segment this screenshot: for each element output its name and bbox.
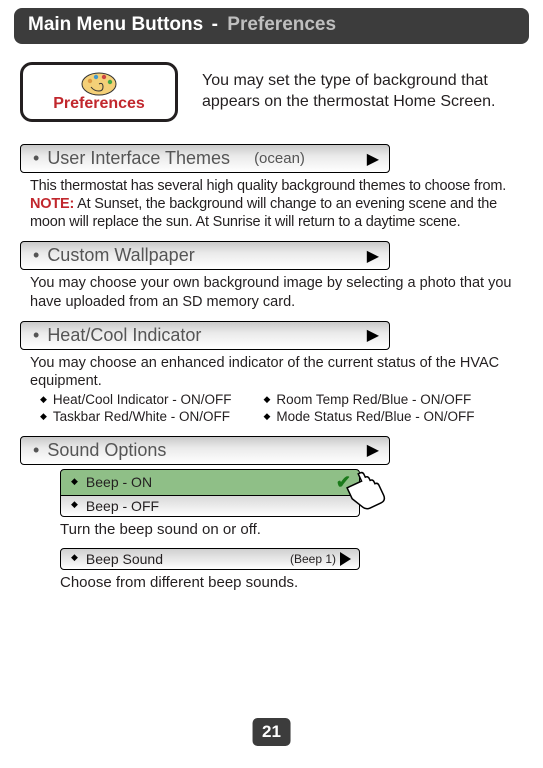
palette-icon [79,71,119,97]
preferences-button[interactable]: Preferences [20,62,178,122]
menu-label: Heat/Cool Indicator [47,325,201,346]
option-beep-sound[interactable]: ◆ Beep Sound (Beep 1) [60,548,360,570]
chevron-right-icon: ▶ [367,246,379,266]
menu-item-sound[interactable]: • Sound Options ▶ [20,436,390,465]
diamond-icon: ◆ [71,552,78,563]
page-number: 21 [252,718,291,746]
header-title-main: Main Menu Buttons [28,14,203,35]
option-label: Beep Sound [86,551,163,567]
themes-description: This thermostat has several high quality… [30,177,519,231]
beep-toggle-desc: Turn the beep sound on or off. [60,521,523,538]
menu-label: Custom Wallpaper [47,245,194,266]
menu-item-themes[interactable]: • User Interface Themes (ocean) ▶ [20,144,390,173]
indicator-description: You may choose an enhanced indicator of … [30,354,519,390]
bullet-icon: • [33,325,39,346]
indicator-bullets: Heat/Cool Indicator - ON/OFF Taskbar Red… [40,392,523,426]
chevron-right-icon: ▶ [367,149,379,169]
chevron-right-icon: ▶ [367,440,379,460]
bullet-icon: • [33,245,39,266]
page-header: Main Menu Buttons - Preferences [14,8,529,44]
menu-item-wallpaper[interactable]: • Custom Wallpaper ▶ [20,241,390,270]
option-value: (Beep 1) [290,552,336,566]
header-title-sub: Preferences [227,14,336,35]
menu-label: Sound Options [47,440,166,461]
section-wallpaper: • Custom Wallpaper ▶ You may choose your… [20,241,523,310]
diamond-icon: ◆ [71,499,78,510]
hand-pointer-icon [344,465,404,517]
diamond-icon: ◆ [71,476,78,487]
menu-label: User Interface Themes [47,148,230,169]
section-sound: • Sound Options ▶ ◆ Beep - ON ✔ ◆ Beep -… [20,436,523,591]
intro-row: Preferences You may set the type of back… [20,62,523,122]
chevron-right-icon: ▶ [367,325,379,345]
note-label: NOTE: [30,196,74,212]
beep-sound-desc: Choose from different beep sounds. [60,574,523,591]
bullet-icon: • [33,148,39,169]
themes-desc-line1: This thermostat has several high quality… [30,178,506,194]
section-indicator: • Heat/Cool Indicator ▶ You may choose a… [20,321,523,426]
bullet-icon: • [33,440,39,461]
chevron-right-icon [340,552,351,566]
option-label: Beep - ON [86,474,152,490]
menu-item-indicator[interactable]: • Heat/Cool Indicator ▶ [20,321,390,350]
option-beep-off[interactable]: ◆ Beep - OFF [60,496,360,517]
indicator-bullet: Taskbar Red/White - ON/OFF [40,409,231,424]
option-beep-on[interactable]: ◆ Beep - ON ✔ [60,469,360,496]
intro-text: You may set the type of background that … [202,71,523,113]
header-title-sep: - [212,14,224,35]
themes-desc-note: At Sunset, the background will change to… [30,196,497,230]
wallpaper-description: You may choose your own background image… [30,274,519,310]
preferences-button-label: Preferences [53,95,145,113]
menu-value: (ocean) [254,150,305,167]
indicator-bullet: Heat/Cool Indicator - ON/OFF [40,392,231,407]
indicator-bullet: Mode Status Red/Blue - ON/OFF [263,409,474,424]
section-themes: • User Interface Themes (ocean) ▶ This t… [20,144,523,231]
beep-toggle-group: ◆ Beep - ON ✔ ◆ Beep - OFF [60,469,360,517]
indicator-bullet: Room Temp Red/Blue - ON/OFF [263,392,474,407]
option-label: Beep - OFF [86,498,159,514]
